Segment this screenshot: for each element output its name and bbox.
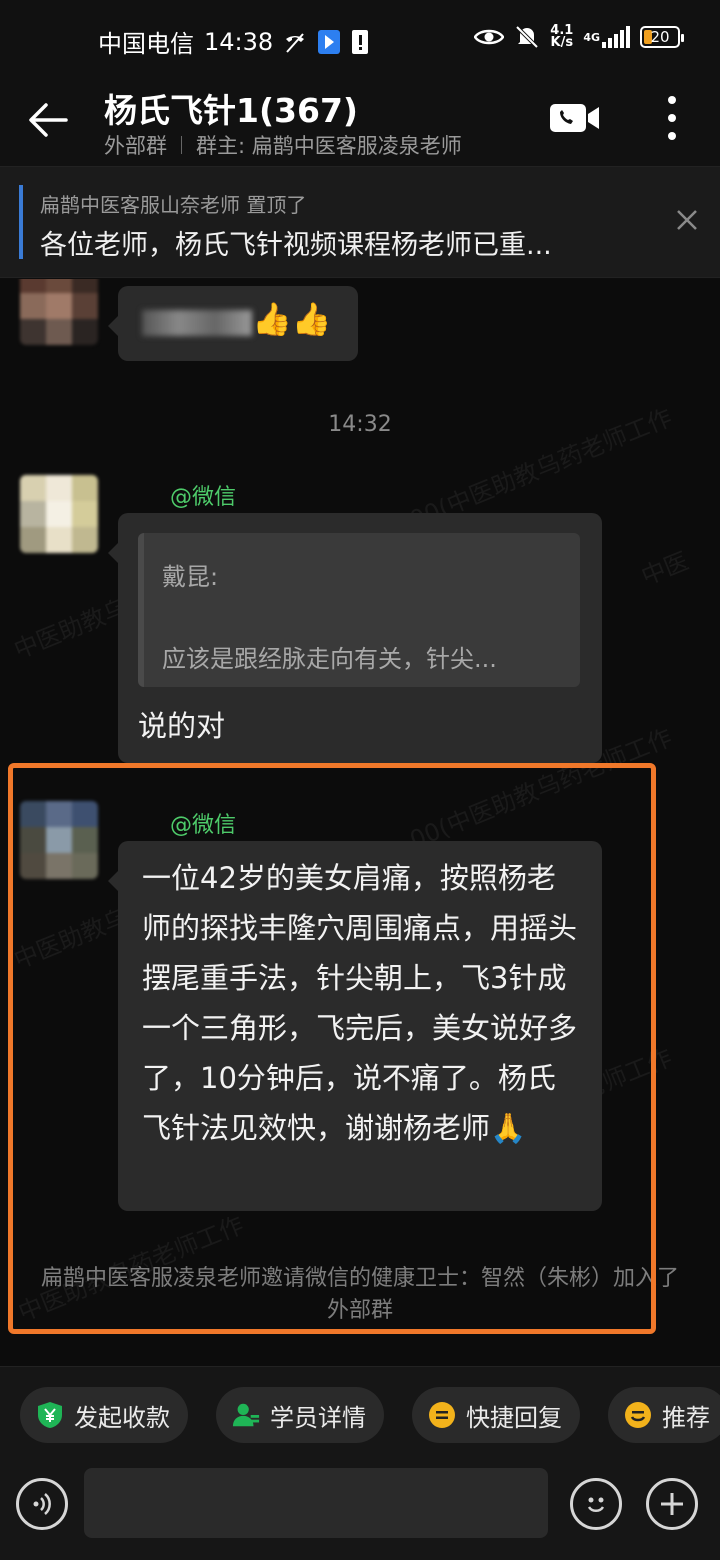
student-profile-icon	[232, 1401, 260, 1429]
close-icon[interactable]	[674, 207, 700, 233]
avatar[interactable]	[20, 801, 98, 879]
input-bar	[0, 1466, 720, 1560]
quote-text: 应该是跟经脉走向有关，针尖...	[162, 645, 497, 673]
no-call-icon	[283, 29, 307, 55]
signal-icon: 4G	[583, 24, 630, 50]
divider	[181, 136, 182, 154]
quick-action-bar: 发起收款 学员详情 快捷回复 推荐	[0, 1366, 720, 1466]
message-bubble[interactable]: 戴昆: 应该是跟经脉走向有关，针尖... 说的对	[108, 513, 602, 763]
clock: 14:38	[204, 27, 274, 56]
voice-input-icon[interactable]	[16, 1478, 68, 1530]
add-icon[interactable]	[646, 1478, 698, 1530]
message-bubble[interactable]: 👍👍	[108, 286, 358, 361]
carrier-label: 中国电信	[98, 30, 194, 58]
collect-payment-button[interactable]: 发起收款	[20, 1387, 188, 1443]
watermark: 中医	[637, 546, 693, 591]
back-arrow-icon[interactable]	[28, 100, 68, 140]
emoji-icon[interactable]	[570, 1478, 622, 1530]
sender-name[interactable]: @微信	[170, 807, 236, 839]
recommend-smile-icon	[624, 1401, 652, 1429]
quick-reply-button[interactable]: 快捷回复	[412, 1387, 580, 1443]
battery-icon: 20	[640, 26, 684, 48]
group-type-label: 外部群	[104, 134, 167, 158]
pinned-text: 各位老师，杨氏飞针视频课程杨老师已重...	[40, 230, 552, 261]
student-details-button[interactable]: 学员详情	[216, 1387, 384, 1443]
message-bubble[interactable]: 一位42岁的美女肩痛，按照杨老师的探找丰隆穴周围痛点，用摇头摆尾重手法，针尖朝上…	[108, 841, 602, 1211]
quote-author: 戴昆:	[162, 563, 219, 591]
quick-reply-icon	[428, 1401, 456, 1429]
sim-alert-icon	[351, 29, 369, 55]
chip-label: 学员详情	[270, 1403, 366, 1432]
watermark: 中医助教乌	[10, 903, 132, 975]
app-notification-icon	[317, 29, 341, 55]
quoted-message[interactable]: 戴昆: 应该是跟经脉走向有关，针尖...	[138, 533, 580, 687]
video-call-icon[interactable]	[550, 102, 600, 134]
blurred-text	[142, 310, 252, 336]
payment-shield-icon	[36, 1401, 64, 1429]
sender-name[interactable]: @微信	[170, 479, 236, 511]
message-text: 说的对	[138, 709, 226, 743]
system-notice: 扁鹊中医客服凌泉老师邀请微信的健康卫士：智然（朱彬）加入了外部群	[40, 1266, 679, 1323]
watermark: 中医助教乌	[10, 593, 132, 665]
message-input[interactable]	[84, 1468, 548, 1538]
pinned-by-label: 扁鹊中医客服山奈老师 置顶了	[40, 193, 307, 217]
pinned-message[interactable]: 扁鹊中医客服山奈老师 置顶了 各位老师，杨氏飞针视频课程杨老师已重...	[0, 166, 720, 278]
chip-label: 推荐	[662, 1403, 710, 1432]
avatar[interactable]	[20, 475, 98, 553]
eye-icon	[474, 24, 505, 50]
message-text: 一位42岁的美女肩痛，按照杨老师的探找丰隆穴周围痛点，用摇头摆尾重手法，针尖朝上…	[142, 861, 578, 1145]
chat-title: 杨氏飞针1(367)	[104, 91, 359, 130]
emoji-text: 👍👍	[252, 300, 332, 338]
time-divider: 14:32	[328, 412, 392, 437]
net-speed: 4.1 K/s	[550, 23, 574, 50]
recommend-button[interactable]: 推荐	[608, 1387, 720, 1443]
chat-subtitle: 外部群 群主: 扁鹊中医客服凌泉老师	[104, 130, 462, 160]
status-bar: 中国电信 14:38 4.1 K/s 4G 20	[0, 0, 720, 82]
mute-bell-icon	[514, 24, 540, 50]
chip-label: 快捷回复	[466, 1403, 562, 1432]
message-list[interactable]: 00(中医助教乌药老师工作 中医助教乌 中医 00(中医助教乌药老师工作 中医助…	[0, 279, 720, 1366]
chip-label: 发起收款	[74, 1403, 170, 1432]
chat-header: 杨氏飞针1(367) 外部群 群主: 扁鹊中医客服凌泉老师	[0, 82, 720, 166]
group-owner-label: 群主: 扁鹊中医客服凌泉老师	[196, 134, 462, 158]
pin-accent-bar	[19, 185, 23, 259]
avatar[interactable]	[20, 279, 98, 345]
more-options-icon[interactable]	[660, 96, 684, 140]
